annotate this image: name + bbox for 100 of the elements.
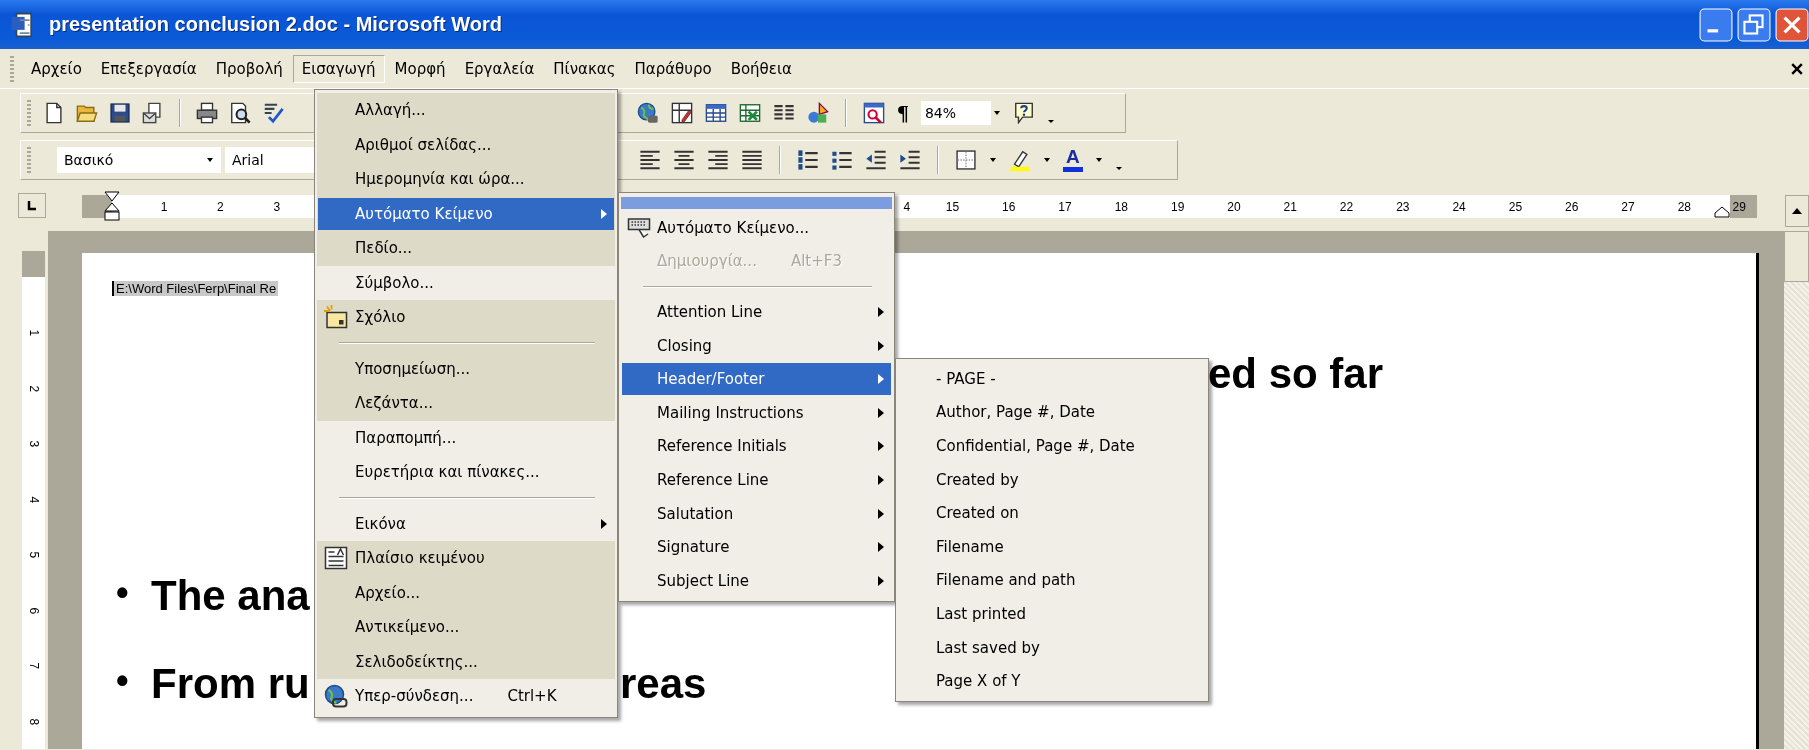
tab-stop-button[interactable] xyxy=(18,193,46,218)
toolbar-gripper[interactable] xyxy=(27,99,31,126)
ruler-number: 21 xyxy=(1282,199,1298,214)
menu-item[interactable]: Αντικείμενο... xyxy=(317,610,615,645)
help-icon[interactable] xyxy=(1012,101,1035,124)
toolbar-gripper[interactable] xyxy=(27,146,31,173)
dropdown-arrow-icon[interactable] xyxy=(989,155,997,164)
close-button[interactable] xyxy=(1775,7,1809,42)
menu-item[interactable]: Σελιδοδείκτης... xyxy=(317,644,615,679)
ruler-number: 29 xyxy=(1732,199,1746,214)
scrollbar-track[interactable] xyxy=(1784,231,1809,749)
ruler-number: 7 xyxy=(26,662,43,670)
minimize-button[interactable] xyxy=(1699,7,1733,42)
menu-item[interactable]: Αλλαγή... xyxy=(317,93,615,128)
scroll-up-button[interactable] xyxy=(1785,195,1809,227)
bullet-text: From ru xyxy=(151,663,310,705)
align-center-icon[interactable] xyxy=(673,148,695,171)
ruler-number: 3 xyxy=(26,440,43,448)
ruler-number: 17 xyxy=(1057,199,1073,214)
ruler-number: 28 xyxy=(1676,199,1692,214)
drawing-shapes-icon[interactable] xyxy=(807,101,829,124)
justify-icon[interactable] xyxy=(741,148,763,171)
ruler-number: 4 xyxy=(26,495,43,503)
menu-bar-item[interactable]: Βοήθεια xyxy=(721,54,801,83)
borders-icon[interactable] xyxy=(955,148,977,171)
dropdown-arrow-icon[interactable] xyxy=(992,108,1001,117)
save-icon[interactable] xyxy=(109,101,131,124)
bullet-marker: • xyxy=(116,663,129,699)
menu-drag-handle[interactable] xyxy=(621,197,892,209)
menu-item[interactable]: Πεδίο... xyxy=(317,231,615,266)
highlighter-icon[interactable] xyxy=(1009,148,1031,171)
zoom-field[interactable]: 84% xyxy=(920,100,991,125)
menu-item[interactable]: Υποσημείωση... xyxy=(317,351,615,386)
mail-document-icon[interactable] xyxy=(142,101,164,124)
restore-button[interactable] xyxy=(1737,7,1771,42)
menu-bar-item[interactable]: Επεξεργασία xyxy=(91,54,206,83)
menu-bar-item[interactable]: Εργαλεία xyxy=(455,54,544,83)
menu-bar-item[interactable]: Παράθυρο xyxy=(625,54,721,83)
header-path-text: E:\Word Files\Ferp\Final Re xyxy=(112,281,279,296)
dropdown-arrow-icon[interactable] xyxy=(206,155,214,164)
menu-bar-item[interactable]: Πίνακας xyxy=(544,54,625,83)
shortcut-label: Alt+F3 xyxy=(790,252,842,271)
decrease-indent-icon[interactable] xyxy=(865,148,887,171)
ruler-number: 6 xyxy=(26,606,43,614)
ruler-number: 19 xyxy=(1169,199,1186,214)
menu-bar-item[interactable]: Αρχείο xyxy=(22,54,91,83)
menu-bar-item[interactable]: Μορφή xyxy=(385,54,455,83)
scrollbar-thumb[interactable] xyxy=(1784,231,1809,282)
menu-bar-gripper[interactable] xyxy=(10,55,14,82)
menu-bar-item[interactable]: Εισαγωγή xyxy=(292,54,385,83)
ruler-number: 26 xyxy=(1564,199,1580,214)
document-zoom-icon[interactable] xyxy=(863,101,885,124)
ruler-number: 2 xyxy=(26,384,43,392)
indent-marker-icon[interactable] xyxy=(1714,206,1730,218)
shortcut-label: Ctrl+K xyxy=(507,687,557,706)
menu-item[interactable]: Αρχείο... xyxy=(317,575,615,610)
ruler-margin xyxy=(22,251,45,277)
ruler-number: 3 xyxy=(272,199,282,214)
window-title: presentation conclusion 2.doc - Microsoft Word xyxy=(49,13,502,36)
ruler-number: 22 xyxy=(1338,199,1355,214)
dropdown-arrow-icon[interactable] xyxy=(1094,155,1103,164)
ruler-number: 16 xyxy=(1001,199,1017,214)
menu-item[interactable]: Λεζάντα... xyxy=(317,386,615,421)
formatting-marks-button[interactable]: ¶ xyxy=(897,99,909,126)
ruler-number: 18 xyxy=(1113,199,1129,214)
new-document-icon[interactable] xyxy=(43,101,65,124)
ruler-number: 15 xyxy=(944,199,961,214)
spelling-check-icon[interactable] xyxy=(262,101,284,124)
web-globe-icon[interactable] xyxy=(637,101,659,124)
menu-item[interactable]: Αυτόματο Κείμενο xyxy=(317,196,615,231)
printer-icon[interactable] xyxy=(196,101,218,124)
menu-item[interactable]: Αριθμοί σελίδας... xyxy=(317,127,615,162)
menu-item[interactable]: Πλαίσιο κειμένου xyxy=(317,541,615,576)
ruler-number: 25 xyxy=(1507,199,1524,214)
ruler-number: 23 xyxy=(1395,199,1411,214)
menu-bar-item[interactable]: Προβολή xyxy=(206,54,292,83)
ruler-number: 24 xyxy=(1451,199,1467,214)
menu-item[interactable]: Σχόλιο xyxy=(317,300,615,335)
align-left-icon[interactable] xyxy=(639,148,661,171)
dropdown-arrow-icon[interactable] xyxy=(1043,155,1051,164)
close-icon[interactable] xyxy=(1791,62,1803,75)
table-icon[interactable] xyxy=(705,101,727,124)
numbered-list-icon[interactable] xyxy=(797,148,819,171)
heading-text: ed so far xyxy=(1208,353,1384,395)
ruler-number: 8 xyxy=(26,717,43,725)
menu-item[interactable]: Ημερομηνία και ώρα... xyxy=(317,162,615,197)
ruler-number: 5 xyxy=(26,551,43,559)
font-color-button[interactable]: A xyxy=(1063,147,1083,172)
menu-item[interactable]: Header/Footer xyxy=(621,362,892,396)
ruler-number: 27 xyxy=(1620,199,1636,214)
increase-indent-icon[interactable] xyxy=(899,148,921,171)
table-pencil-icon[interactable] xyxy=(671,101,693,124)
print-preview-icon[interactable] xyxy=(229,101,251,124)
ruler-number: 1 xyxy=(26,329,43,337)
bullet-text: reas xyxy=(620,663,707,705)
ruler-number: 4 xyxy=(902,199,912,214)
spreadsheet-icon[interactable] xyxy=(739,101,761,124)
align-right-icon[interactable] xyxy=(707,148,729,171)
ruler-number: 2 xyxy=(216,199,225,214)
style-dropdown[interactable]: Βασικό xyxy=(57,146,221,173)
